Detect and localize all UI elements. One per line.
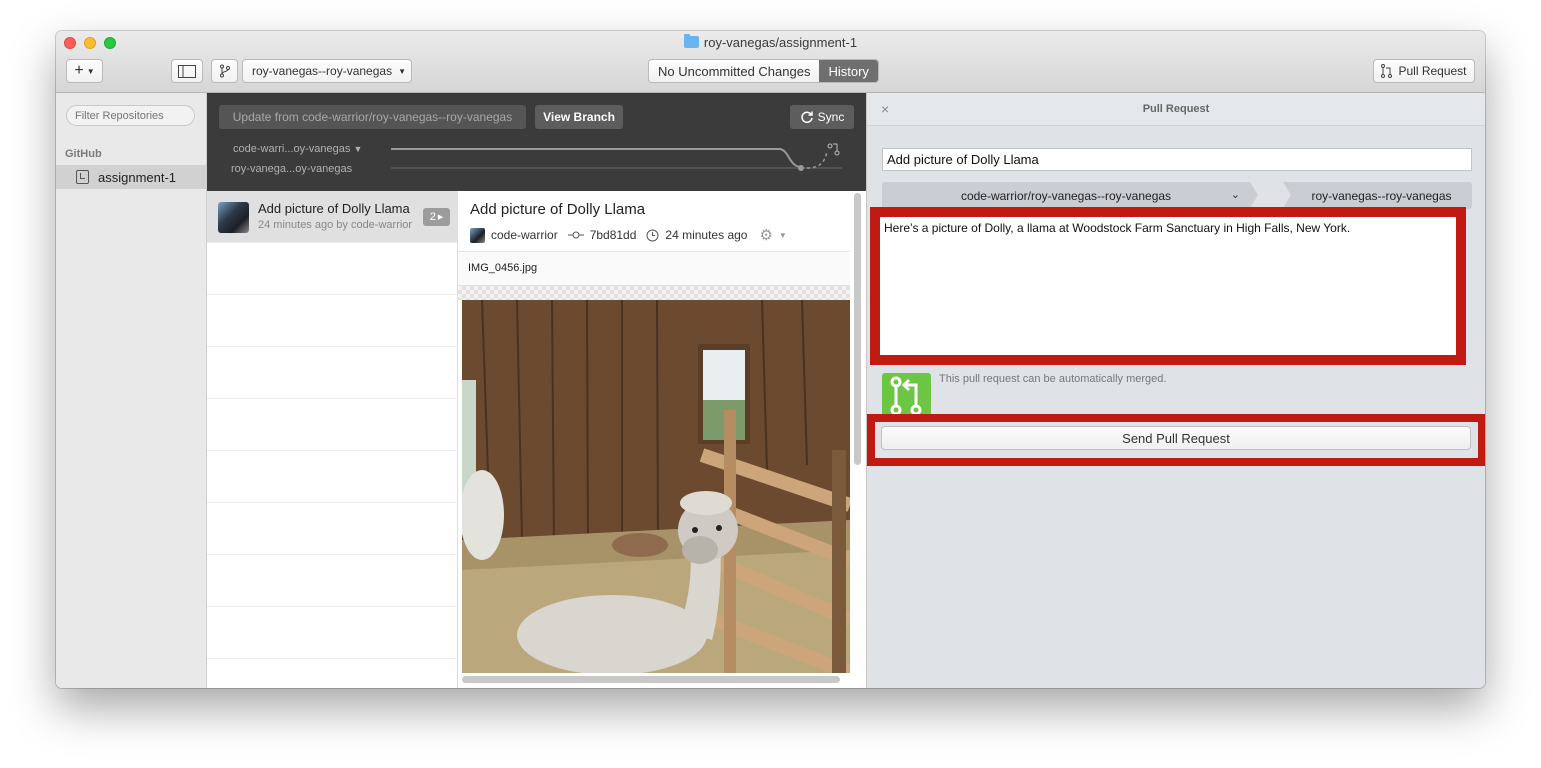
branch-icon xyxy=(219,64,230,78)
branch-name-a[interactable]: code-warri...oy-vanegas ▼ xyxy=(233,143,362,155)
send-highlight: Send Pull Request xyxy=(867,414,1485,466)
merge-status-icon xyxy=(882,373,931,417)
commit-detail: Add picture of Dolly Llama code-warrior … xyxy=(458,191,866,688)
commit-icon xyxy=(567,231,584,239)
view-mode-tabs: No Uncommitted Changes History xyxy=(648,59,879,83)
app-window: roy-vanegas/assignment-1 + ▼ roy-vanegas… xyxy=(56,31,1485,688)
merge-icon xyxy=(827,143,840,156)
author-avatar xyxy=(470,227,485,243)
branch-select[interactable]: roy-vanegas--roy-vanegas ▼ xyxy=(242,59,412,83)
triangle-down-icon: ▼ xyxy=(353,144,363,154)
list-item xyxy=(207,295,458,347)
commit-sha[interactable]: 7bd81dd xyxy=(590,228,637,242)
list-item xyxy=(207,607,458,659)
transparency-checker xyxy=(458,286,850,300)
clock-icon xyxy=(646,229,659,241)
add-button[interactable]: + ▼ xyxy=(66,59,103,83)
commit-count-badge[interactable]: 2 ▶ xyxy=(423,208,450,226)
sidebar-item-assignment-1[interactable]: assignment-1 xyxy=(56,165,206,189)
list-item xyxy=(207,399,458,451)
tab-history[interactable]: History xyxy=(819,60,878,82)
file-name: IMG_0456.jpg xyxy=(458,251,850,286)
view-branch-button[interactable]: View Branch xyxy=(535,105,623,129)
list-item xyxy=(207,451,458,503)
chevron-down-icon: ▼ xyxy=(86,66,95,76)
list-item xyxy=(207,555,458,607)
commit-detail-title: Add picture of Dolly Llama xyxy=(470,201,646,218)
head-branch-select[interactable]: roy-vanegas--roy-vanegas xyxy=(1283,182,1472,209)
pull-request-icon xyxy=(1381,64,1393,78)
send-pull-request-button[interactable]: Send Pull Request xyxy=(881,426,1471,450)
chevron-right-icon: ▶ xyxy=(437,214,444,221)
commit-time: 24 minutes ago xyxy=(665,228,748,242)
tab-no-uncommitted-changes[interactable]: No Uncommitted Changes xyxy=(649,60,820,82)
list-item xyxy=(207,347,458,399)
commit-list: Add picture of Dolly Llama 24 minutes ag… xyxy=(207,191,458,688)
llama-photo xyxy=(462,300,850,673)
repo-icon xyxy=(76,170,89,184)
pull-request-panel: × Pull Request Add picture of Dolly Llam… xyxy=(866,93,1485,688)
pull-request-heading: Pull Request xyxy=(1142,103,1210,115)
window-title: roy-vanegas/assignment-1 xyxy=(56,34,1485,50)
commit-title: Add picture of Dolly Llama xyxy=(258,201,410,216)
vertical-scrollbar[interactable] xyxy=(854,193,861,465)
branch-graph xyxy=(391,143,842,171)
sync-button[interactable]: Sync xyxy=(790,105,854,129)
sync-icon xyxy=(801,111,813,124)
description-highlight: Here’s a picture of Dolly, a llama at Wo… xyxy=(870,207,1466,365)
repository-sidebar: GitHub assignment-1 xyxy=(56,93,207,688)
image-preview xyxy=(462,300,850,673)
commit-author: code-warrior xyxy=(491,228,558,242)
avatar xyxy=(218,202,249,233)
chevron-down-icon: ▼ xyxy=(778,230,787,240)
pull-request-icon xyxy=(890,376,922,416)
pull-request-description-field[interactable]: Here’s a picture of Dolly, a llama at Wo… xyxy=(880,217,1456,355)
sidebar-section-header: GitHub xyxy=(65,148,102,160)
chevron-down-icon: ▼ xyxy=(398,66,406,76)
sidebar-icon xyxy=(178,64,196,78)
pull-request-title-field[interactable]: Add picture of Dolly Llama xyxy=(882,148,1472,171)
update-from-branch-button[interactable]: Update from code-warrior/roy-vanegas--ro… xyxy=(219,105,526,129)
title-bar: roy-vanegas/assignment-1 + ▼ roy-vanegas… xyxy=(56,31,1485,93)
pull-request-header: × Pull Request xyxy=(867,93,1485,126)
horizontal-scrollbar[interactable] xyxy=(462,676,840,683)
pull-request-button[interactable]: Pull Request xyxy=(1373,59,1475,83)
merge-status-text: This pull request can be automatically m… xyxy=(939,373,1167,385)
filter-repositories-input[interactable] xyxy=(66,105,195,126)
gear-icon[interactable]: ⚙ xyxy=(759,226,772,244)
commit-meta: code-warrior 7bd81dd 24 minutes ago ⚙ ▼ xyxy=(470,226,787,244)
base-branch-select[interactable]: code-warrior/roy-vanegas--roy-vanegas ⌄ xyxy=(882,182,1258,209)
chevron-down-icon: ⌄ xyxy=(1230,189,1240,201)
sidebar-toggle-button[interactable] xyxy=(171,59,203,83)
list-item xyxy=(207,243,458,295)
branch-name-b: roy-vanega...oy-vanegas xyxy=(231,163,353,175)
branch-header: Update from code-warrior/roy-vanegas--ro… xyxy=(207,93,866,191)
branch-icon-button[interactable] xyxy=(211,59,238,83)
commit-row[interactable]: Add picture of Dolly Llama 24 minutes ag… xyxy=(207,191,458,243)
folder-icon xyxy=(683,34,699,48)
commit-subtitle: 24 minutes ago by code-warrior xyxy=(258,219,413,231)
list-item xyxy=(207,503,458,555)
